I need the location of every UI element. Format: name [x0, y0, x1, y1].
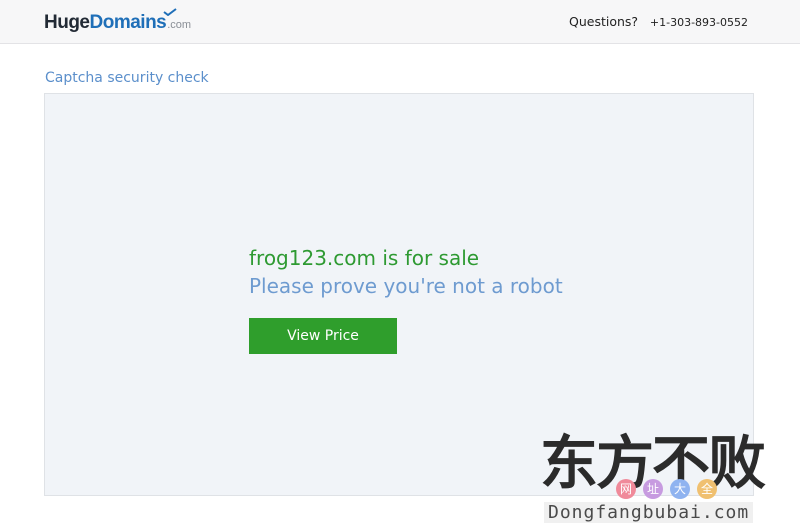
- logo-huge-text: Huge: [44, 12, 90, 33]
- watermark-url: Dongfangbubai.com: [544, 502, 754, 523]
- site-header: HugeDomains .com Questions? +1-303-893-05…: [0, 0, 800, 44]
- domain-sale-heading: frog123.com is for sale: [249, 246, 480, 270]
- robot-check-text: Please prove you're not a robot: [249, 274, 563, 298]
- view-price-button[interactable]: View Price: [249, 318, 397, 354]
- hugedomains-logo[interactable]: HugeDomains .com: [44, 8, 192, 36]
- checkmark-icon: [162, 8, 177, 16]
- watermark-badge: 址: [643, 479, 663, 499]
- page-title: Captcha security check: [45, 70, 209, 86]
- phone-number[interactable]: +1-303-893-0552: [650, 16, 748, 29]
- watermark-badge: 大: [670, 479, 690, 499]
- watermark: 东方不败 网址大全 Dongfangbubai.com: [540, 428, 800, 528]
- watermark-badge: 全: [697, 479, 717, 499]
- questions-label: Questions?: [569, 14, 639, 29]
- watermark-badges: 网址大全: [616, 478, 724, 499]
- contact-info: Questions? +1-303-893-0552: [569, 14, 748, 29]
- logo-domains-text: Domains: [90, 8, 177, 33]
- watermark-badge: 网: [616, 479, 636, 499]
- logo-tld-text: .com: [167, 19, 192, 31]
